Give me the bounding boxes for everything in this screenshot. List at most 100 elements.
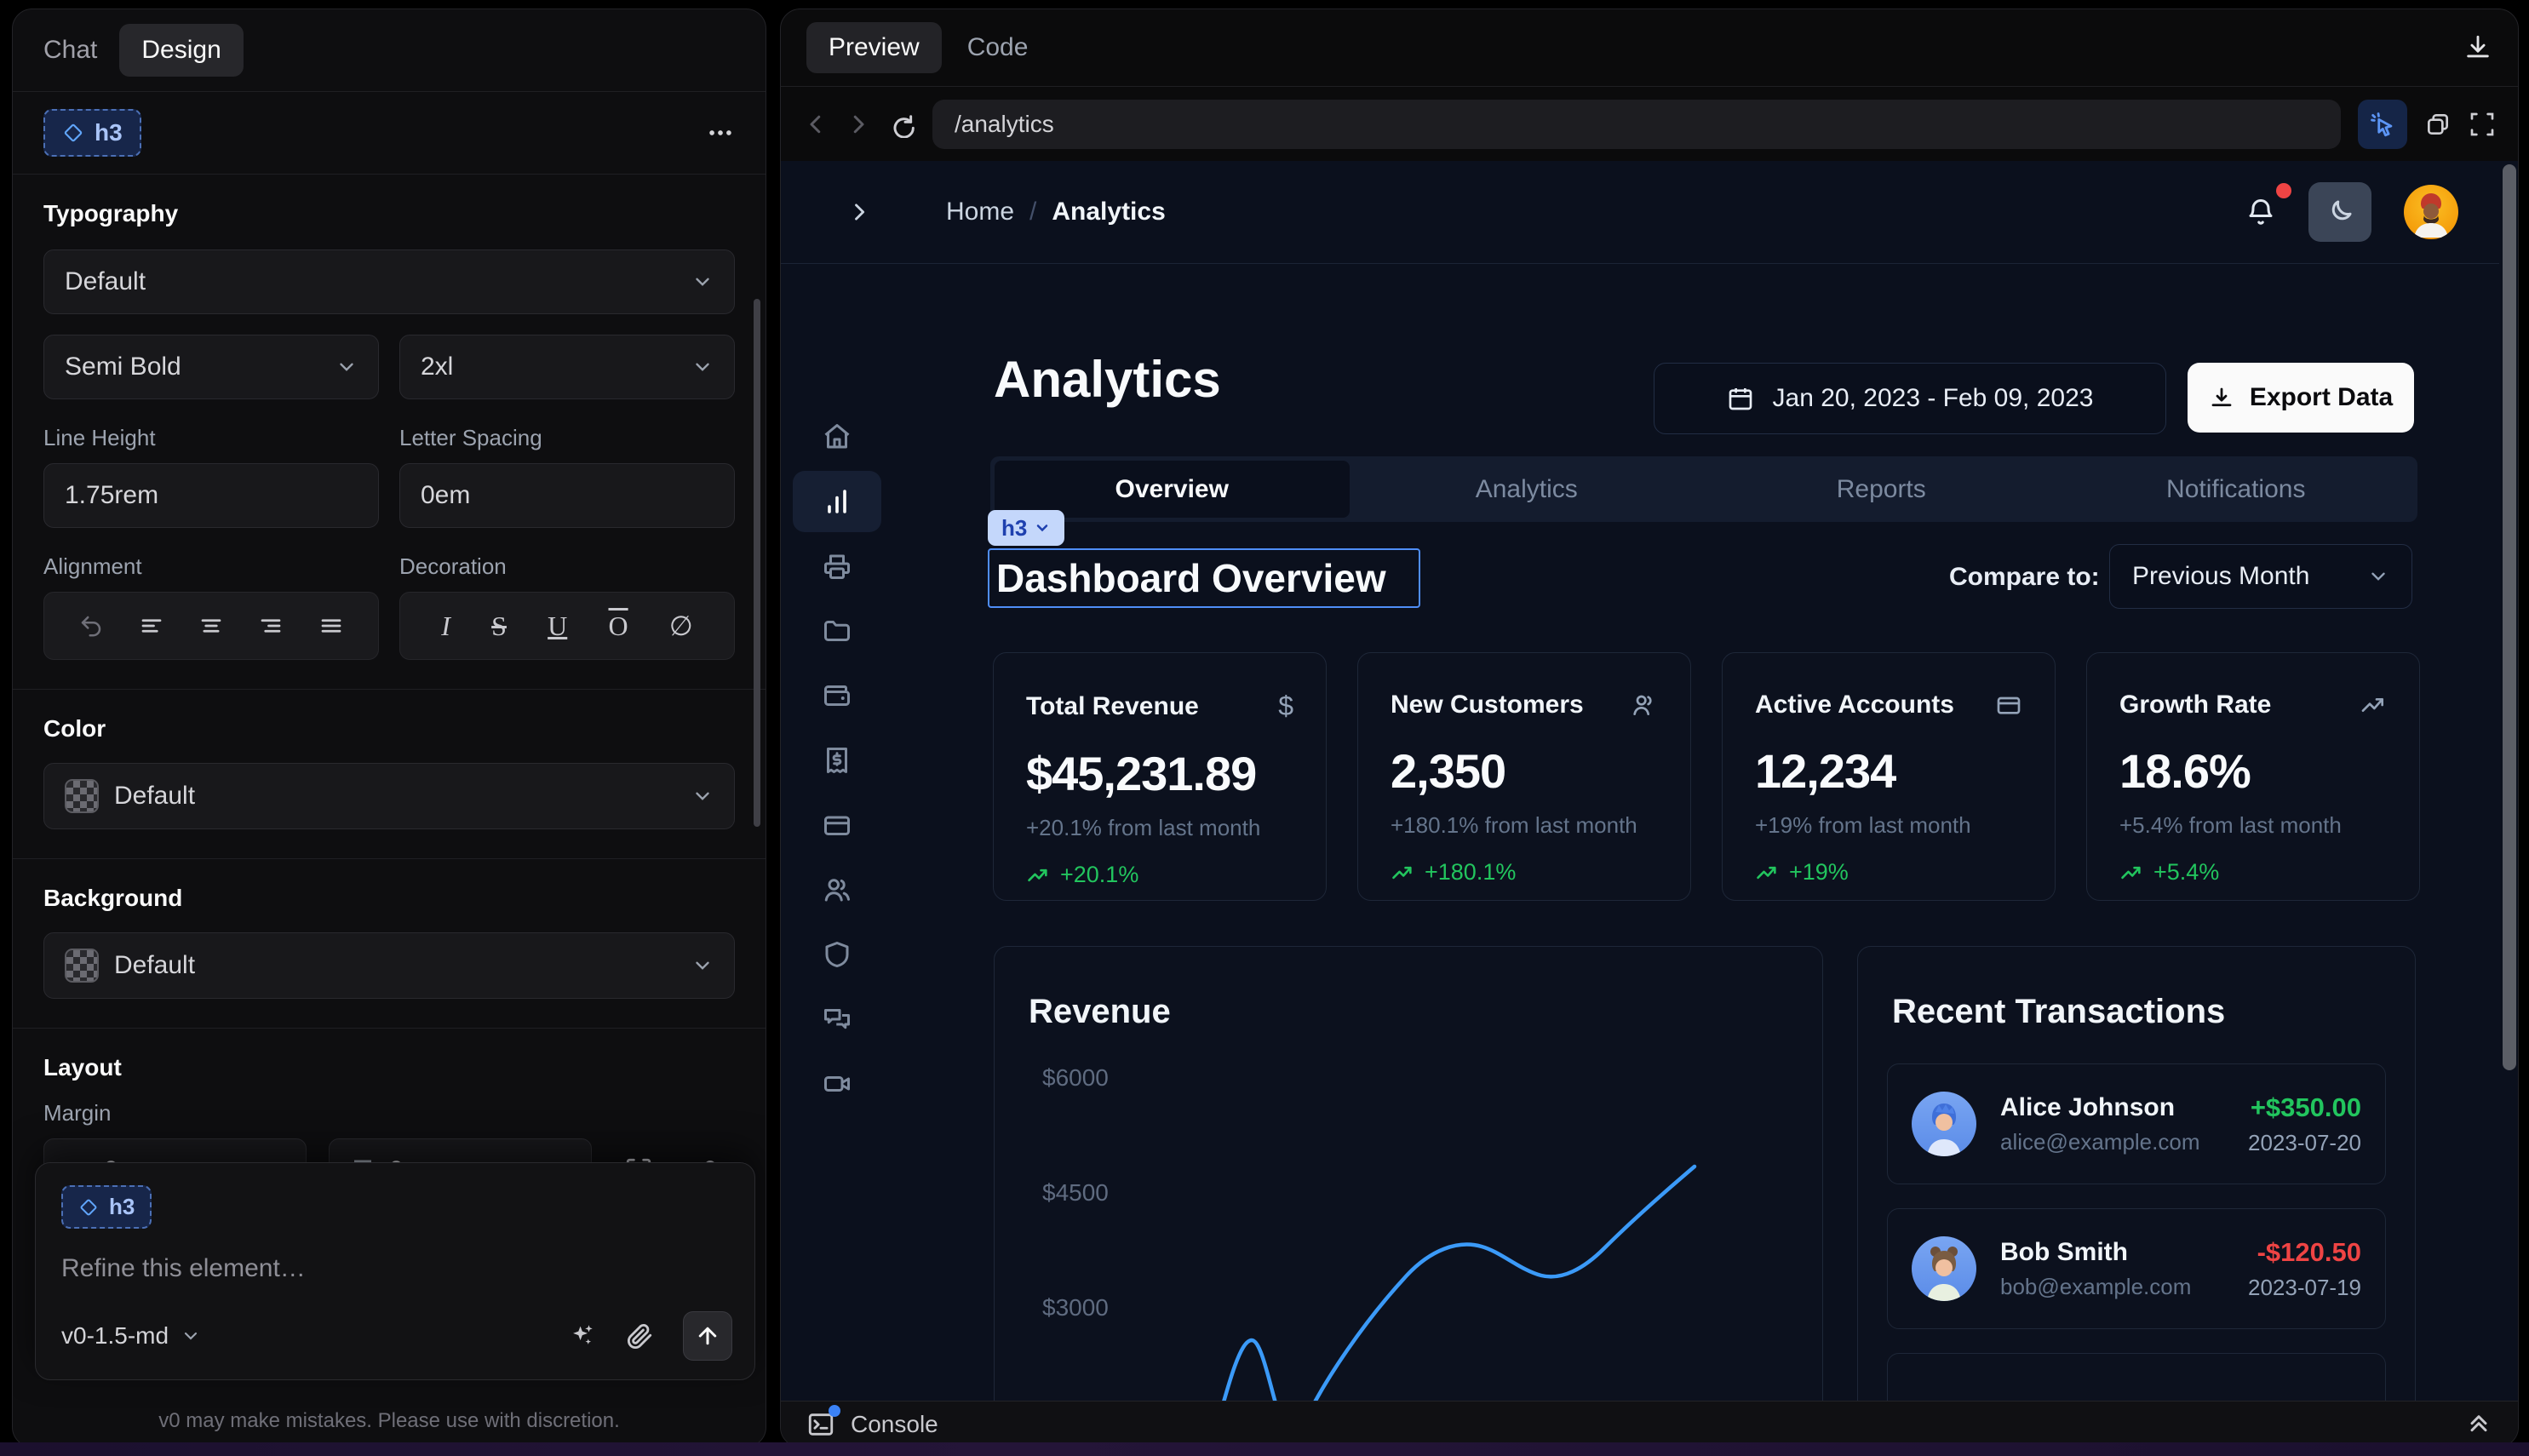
chevrons-up-icon[interactable] bbox=[2465, 1411, 2492, 1438]
back-icon[interactable] bbox=[803, 112, 829, 137]
viewport-scrollbar[interactable] bbox=[2503, 164, 2516, 1070]
stat-value: $45,231.89 bbox=[1026, 746, 1293, 801]
copy-pages-icon[interactable] bbox=[2424, 111, 2452, 138]
underline-icon[interactable]: U bbox=[548, 610, 567, 642]
tab-notifications[interactable]: Notifications bbox=[2059, 461, 2414, 518]
tab-reports[interactable]: Reports bbox=[1704, 461, 2059, 518]
layout-section-label: Layout bbox=[43, 1054, 735, 1081]
credit-card-icon bbox=[1995, 691, 2022, 719]
revenue-line-chart bbox=[995, 947, 1823, 1402]
background-select[interactable]: Default bbox=[43, 932, 735, 999]
font-weight-select[interactable]: Semi Bold bbox=[43, 335, 379, 399]
recent-transactions-card: Recent Transactions Alice Johnson alice@… bbox=[1857, 946, 2416, 1402]
transaction-row-partial[interactable] bbox=[1887, 1353, 2386, 1402]
diamond-icon bbox=[62, 122, 84, 144]
stat-card-total-revenue: Total Revenue$ $45,231.89 +20.1% from la… bbox=[993, 652, 1327, 901]
fullscreen-icon[interactable] bbox=[2469, 111, 2496, 138]
send-button[interactable] bbox=[683, 1311, 732, 1361]
section-title: Dashboard Overview bbox=[996, 555, 1386, 601]
tab-chat[interactable]: Chat bbox=[43, 36, 97, 65]
analytics-page: Analytics Jan 20, 2023 - Feb 09, 2023 Ex… bbox=[781, 161, 2518, 1402]
alignment-label: Alignment bbox=[43, 553, 379, 580]
decoration-toolbar: I S U O ∅ bbox=[399, 592, 735, 660]
composer-input[interactable]: Refine this element… bbox=[61, 1254, 729, 1283]
divider bbox=[13, 174, 766, 175]
line-height-input[interactable]: 1.75rem bbox=[43, 463, 379, 528]
compare-select[interactable]: Previous Month bbox=[2109, 544, 2412, 609]
transaction-amount: -$120.50 bbox=[2248, 1237, 2361, 1268]
model-select[interactable]: v0-1.5-md bbox=[61, 1322, 201, 1350]
tab-code[interactable]: Code bbox=[967, 33, 1029, 62]
sparkles-icon[interactable] bbox=[567, 1321, 596, 1350]
align-justify-icon[interactable] bbox=[318, 613, 344, 639]
transparent-swatch-icon bbox=[65, 949, 99, 983]
transaction-name: Alice Johnson bbox=[2000, 1093, 2199, 1122]
transaction-row[interactable]: Alice Johnson alice@example.com +$350.00… bbox=[1887, 1063, 2386, 1184]
typography-section-label: Typography bbox=[43, 200, 735, 227]
stat-value: 18.6% bbox=[2119, 743, 2387, 799]
transaction-date: 2023-07-20 bbox=[2248, 1130, 2361, 1156]
trending-up-icon bbox=[2119, 861, 2143, 885]
divider bbox=[13, 689, 766, 690]
italic-icon[interactable]: I bbox=[441, 610, 450, 642]
transaction-amount: +$350.00 bbox=[2248, 1092, 2361, 1123]
stat-subtext: +180.1% from last month bbox=[1391, 812, 1658, 839]
letter-spacing-label: Letter Spacing bbox=[399, 425, 735, 451]
overline-icon[interactable]: O bbox=[609, 610, 628, 642]
strikethrough-icon[interactable]: S bbox=[491, 610, 507, 642]
url-input[interactable]: /analytics bbox=[932, 100, 2341, 149]
inspector-scrollbar[interactable] bbox=[754, 299, 760, 827]
avatar bbox=[1912, 1092, 1976, 1156]
font-size-select[interactable]: 2xl bbox=[399, 335, 735, 399]
cursor-pointer-icon bbox=[2368, 110, 2397, 139]
font-select[interactable]: Default bbox=[43, 249, 735, 314]
align-right-icon[interactable] bbox=[258, 613, 284, 639]
console-bar[interactable]: Console bbox=[781, 1401, 2518, 1447]
refresh-icon[interactable] bbox=[888, 111, 915, 138]
preview-navbar: /analytics bbox=[781, 86, 2518, 162]
refine-composer: h3 Refine this element… v0-1.5-md bbox=[35, 1162, 755, 1380]
tab-preview[interactable]: Preview bbox=[806, 22, 942, 73]
calendar-icon bbox=[1727, 385, 1754, 412]
download-icon[interactable] bbox=[2463, 33, 2492, 62]
align-center-icon[interactable] bbox=[198, 613, 224, 639]
forward-icon[interactable] bbox=[846, 112, 871, 137]
chevron-down-icon bbox=[181, 1326, 201, 1346]
tab-analytics[interactable]: Analytics bbox=[1350, 461, 1705, 518]
stat-card-new-customers: New Customers 2,350 +180.1% from last mo… bbox=[1357, 652, 1691, 901]
selected-element-badge[interactable]: h3 bbox=[43, 109, 141, 157]
no-decoration-icon[interactable]: ∅ bbox=[669, 610, 693, 642]
transaction-name: Bob Smith bbox=[2000, 1238, 2191, 1267]
selected-heading-outline[interactable]: Dashboard Overview bbox=[988, 548, 1420, 608]
tab-overview[interactable]: Overview bbox=[995, 461, 1350, 518]
stat-subtext: +5.4% from last month bbox=[2119, 812, 2387, 839]
transaction-row[interactable]: Bob Smith bob@example.com -$120.50 2023-… bbox=[1887, 1208, 2386, 1329]
trending-up-icon bbox=[1026, 863, 1050, 887]
transparent-swatch-icon bbox=[65, 779, 99, 813]
align-left-icon[interactable] bbox=[139, 613, 164, 639]
chevron-down-icon bbox=[2367, 565, 2389, 588]
tab-design[interactable]: Design bbox=[119, 24, 243, 77]
color-select[interactable]: Default bbox=[43, 763, 735, 829]
revenue-chart-card: Revenue $6000 $4500 $3000 bbox=[994, 946, 1823, 1402]
composer-element-badge[interactable]: h3 bbox=[61, 1185, 152, 1229]
stat-value: 12,234 bbox=[1755, 743, 2022, 799]
trending-up-icon bbox=[2360, 691, 2387, 719]
more-options-icon[interactable] bbox=[706, 118, 735, 147]
stat-subtext: +19% from last month bbox=[1755, 812, 2022, 839]
export-data-button[interactable]: Export Data bbox=[2188, 363, 2414, 433]
selected-element-chip[interactable]: h3 bbox=[988, 510, 1064, 546]
reset-alignment-icon[interactable] bbox=[78, 613, 104, 639]
rendered-app-viewport: Home / Analytics bbox=[781, 161, 2518, 1402]
builder-tabbar: Chat Design bbox=[13, 9, 766, 91]
transaction-email: bob@example.com bbox=[2000, 1274, 2191, 1300]
select-element-button[interactable] bbox=[2358, 100, 2407, 149]
paperclip-icon[interactable] bbox=[625, 1321, 654, 1350]
transaction-date: 2023-07-19 bbox=[2248, 1275, 2361, 1301]
console-label: Console bbox=[851, 1411, 938, 1438]
chevron-down-icon bbox=[335, 356, 358, 378]
chevron-down-icon bbox=[691, 954, 714, 977]
date-range-button[interactable]: Jan 20, 2023 - Feb 09, 2023 bbox=[1654, 363, 2166, 434]
chevron-down-icon bbox=[691, 356, 714, 378]
letter-spacing-input[interactable]: 0em bbox=[399, 463, 735, 528]
